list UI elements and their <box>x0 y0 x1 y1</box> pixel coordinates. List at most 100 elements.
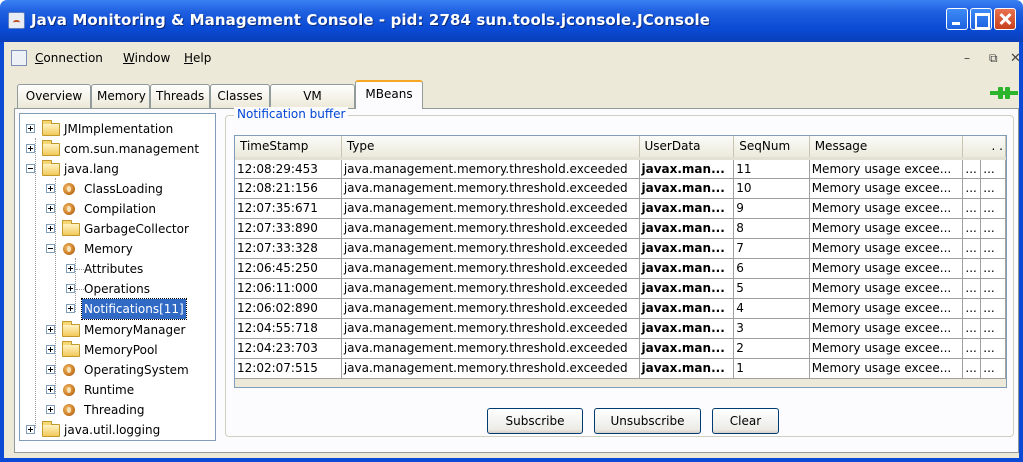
tab-mbeans[interactable]: MBeans <box>355 80 423 109</box>
extra-cell-1[interactable]: ... <box>962 278 982 299</box>
expand-icon[interactable] <box>46 385 55 394</box>
maximize-button[interactable] <box>970 8 992 30</box>
expand-icon[interactable] <box>46 365 55 374</box>
column-header-type[interactable]: Type <box>341 136 640 160</box>
seqnum-cell[interactable]: 1 <box>733 358 810 379</box>
timestamp-cell[interactable]: 12:07:35:671 <box>235 198 342 219</box>
expand-icon[interactable] <box>66 284 75 293</box>
close-button[interactable] <box>994 8 1016 30</box>
unsubscribe-button[interactable]: Unsubscribe <box>594 408 701 434</box>
timestamp-cell[interactable]: 12:07:33:890 <box>235 218 342 239</box>
type-cell[interactable]: java.management.memory.threshold.exceede… <box>341 358 640 379</box>
userdata-cell[interactable]: javax.man... <box>639 318 735 339</box>
tree-node-compilation[interactable]: Compilation <box>20 199 215 219</box>
userdata-cell[interactable]: javax.man... <box>639 158 735 179</box>
extra-cell-1[interactable]: ... <box>962 158 982 179</box>
userdata-cell[interactable]: javax.man... <box>639 258 735 279</box>
expand-icon[interactable] <box>26 124 35 133</box>
tree-node-memorymanager[interactable]: MemoryManager <box>20 320 215 340</box>
tab-threads[interactable]: Threads <box>150 84 210 108</box>
seqnum-cell[interactable]: 7 <box>733 238 810 259</box>
tree-node-memorypool[interactable]: MemoryPool <box>20 340 215 360</box>
column-header-timestamp[interactable]: TimeStamp <box>235 136 342 160</box>
extra-cell-2[interactable]: ... <box>980 198 1006 219</box>
tab-memory[interactable]: Memory <box>91 84 150 108</box>
extra-cell-1[interactable]: ... <box>962 258 982 279</box>
tree-node-java-lang[interactable]: java.lang <box>20 159 215 179</box>
table-row[interactable]: 12:07:33:328 java.management.memory.thres… <box>235 238 1006 259</box>
expand-icon[interactable] <box>46 224 55 233</box>
message-cell[interactable]: Memory usage excee... <box>809 358 964 379</box>
type-cell[interactable]: java.management.memory.threshold.exceede… <box>341 278 640 299</box>
tree-node-operatingsystem[interactable]: OperatingSystem <box>20 360 215 380</box>
title-bar[interactable]: Java Monitoring & Management Console - p… <box>0 0 1023 42</box>
extra-cell-1[interactable]: ... <box>962 338 982 359</box>
extra-cell-1[interactable]: ... <box>962 238 982 259</box>
seqnum-cell[interactable]: 10 <box>733 178 810 199</box>
plug-connected-icon[interactable] <box>990 86 1018 100</box>
subscribe-button[interactable]: Subscribe <box>487 408 583 434</box>
table-row[interactable]: 12:06:45:250 java.management.memory.thres… <box>235 258 1006 279</box>
userdata-cell[interactable]: javax.man... <box>639 338 735 359</box>
table-row[interactable]: 12:04:55:718 java.management.memory.thres… <box>235 318 1006 339</box>
message-cell[interactable]: Memory usage excee... <box>809 238 964 259</box>
extra-cell-1[interactable]: ... <box>962 198 982 219</box>
extra-cell-2[interactable]: ... <box>980 238 1006 259</box>
userdata-cell[interactable]: javax.man... <box>639 358 735 379</box>
type-cell[interactable]: java.management.memory.threshold.exceede… <box>341 178 640 199</box>
table-row[interactable]: 12:04:23:703 java.management.memory.thres… <box>235 338 1006 359</box>
tree-node-threading[interactable]: Threading <box>20 400 215 420</box>
extra-cell-2[interactable]: ... <box>980 278 1006 299</box>
type-cell[interactable]: java.management.memory.threshold.exceede… <box>341 158 640 179</box>
message-cell[interactable]: Memory usage excee... <box>809 338 964 359</box>
extra-cell-2[interactable]: ... <box>980 358 1006 379</box>
type-cell[interactable]: java.management.memory.threshold.exceede… <box>341 298 640 319</box>
collapse-icon[interactable] <box>26 164 35 173</box>
seqnum-cell[interactable]: 9 <box>733 198 810 219</box>
seqnum-cell[interactable]: 3 <box>733 318 810 339</box>
table-row[interactable]: 12:06:11:000 java.management.memory.thres… <box>235 278 1006 299</box>
tab-vm-summary[interactable]: VM Summary <box>270 84 355 125</box>
column-header-more[interactable]: . . <box>962 136 1006 160</box>
expand-icon[interactable] <box>46 204 55 213</box>
tree-node-runtime[interactable]: Runtime <box>20 380 215 400</box>
seqnum-cell[interactable]: 8 <box>733 218 810 239</box>
tree-node-memory[interactable]: Memory <box>20 239 215 259</box>
extra-cell-1[interactable]: ... <box>962 178 982 199</box>
timestamp-cell[interactable]: 12:07:33:328 <box>235 238 342 259</box>
tree-node-operations[interactable]: Operations <box>20 279 215 299</box>
extra-cell-2[interactable]: ... <box>980 338 1006 359</box>
type-cell[interactable]: java.management.memory.threshold.exceede… <box>341 258 640 279</box>
table-row[interactable]: 12:08:29:453 java.management.memory.thres… <box>235 158 1006 179</box>
extra-cell-1[interactable]: ... <box>962 218 982 239</box>
inner-close-icon[interactable]: ✕ <box>1010 51 1021 66</box>
userdata-cell[interactable]: javax.man... <box>639 278 735 299</box>
message-cell[interactable]: Memory usage excee... <box>809 178 964 199</box>
extra-cell-2[interactable]: ... <box>980 178 1006 199</box>
message-cell[interactable]: Memory usage excee... <box>809 158 964 179</box>
menu-connection[interactable]: Connection <box>35 51 103 65</box>
java-cup-icon[interactable] <box>11 50 27 66</box>
timestamp-cell[interactable]: 12:06:11:000 <box>235 278 342 299</box>
timestamp-cell[interactable]: 12:06:45:250 <box>235 258 342 279</box>
userdata-cell[interactable]: javax.man... <box>639 218 735 239</box>
timestamp-cell[interactable]: 12:04:55:718 <box>235 318 342 339</box>
seqnum-cell[interactable]: 6 <box>733 258 810 279</box>
type-cell[interactable]: java.management.memory.threshold.exceede… <box>341 318 640 339</box>
table-row[interactable]: 12:08:21:156 java.management.memory.thres… <box>235 178 1006 199</box>
userdata-cell[interactable]: javax.man... <box>639 238 735 259</box>
expand-icon[interactable] <box>46 405 55 414</box>
seqnum-cell[interactable]: 11 <box>733 158 810 179</box>
extra-cell-2[interactable]: ... <box>980 298 1006 319</box>
tab-overview[interactable]: Overview <box>17 84 91 108</box>
expand-icon[interactable] <box>46 345 55 354</box>
message-cell[interactable]: Memory usage excee... <box>809 218 964 239</box>
timestamp-cell[interactable]: 12:08:21:156 <box>235 178 342 199</box>
message-cell[interactable]: Memory usage excee... <box>809 198 964 219</box>
timestamp-cell[interactable]: 12:04:23:703 <box>235 338 342 359</box>
tree-node-notifications[interactable]: Notifications[11] <box>20 298 215 320</box>
userdata-cell[interactable]: javax.man... <box>639 298 735 319</box>
inner-minimize-icon[interactable]: – <box>964 51 970 65</box>
notification-table-container[interactable]: TimeStamp Type UserData SeqNum Message .… <box>234 135 1007 388</box>
table-row[interactable]: 12:02:07:515 java.management.memory.thres… <box>235 358 1006 379</box>
